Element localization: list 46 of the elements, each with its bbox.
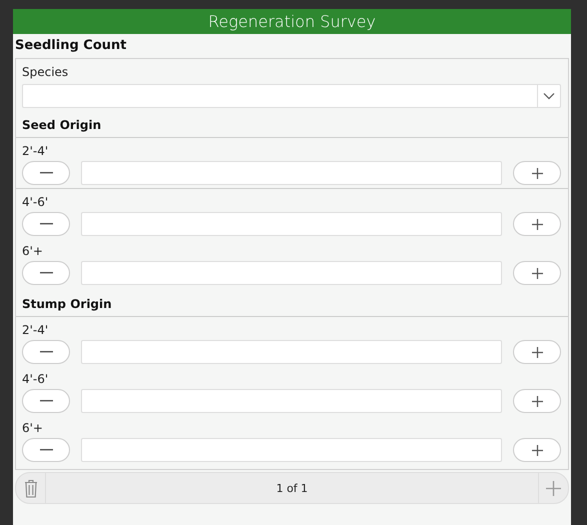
minus-icon: [40, 400, 52, 402]
decrement-button[interactable]: [22, 340, 70, 364]
plus-icon: [532, 268, 542, 278]
section-title: Seedling Count: [14, 37, 128, 55]
field-label: 4'-6': [22, 194, 50, 210]
plus-icon: [546, 480, 561, 496]
count-input[interactable]: [81, 261, 502, 285]
minus-icon: [40, 449, 52, 451]
form-title: Regeneration Survey: [208, 12, 376, 31]
count-input[interactable]: [81, 161, 502, 185]
decrement-button[interactable]: [22, 438, 70, 462]
minus-icon: [40, 351, 52, 353]
decrement-button[interactable]: [22, 161, 70, 185]
decrement-button[interactable]: [22, 389, 70, 413]
group-title: Stump Origin: [16, 287, 568, 317]
increment-button[interactable]: [513, 161, 561, 185]
decrement-button[interactable]: [22, 261, 70, 285]
increment-button[interactable]: [513, 340, 561, 364]
increment-button[interactable]: [513, 389, 561, 413]
plus-icon: [532, 396, 542, 406]
field-label: 6'+: [22, 420, 44, 436]
minus-icon: [40, 272, 52, 274]
group-title: Seed Origin: [16, 108, 568, 138]
increment-button[interactable]: [513, 212, 561, 236]
increment-button[interactable]: [513, 261, 561, 285]
count-input[interactable]: [81, 389, 502, 413]
chevron-down-icon: [543, 92, 555, 100]
plus-icon: [532, 444, 542, 456]
species-dropdown[interactable]: [22, 84, 561, 108]
field-label: 2'-4': [22, 322, 50, 338]
plus-icon: [532, 218, 542, 230]
field-label: 4'-6': [22, 371, 50, 387]
count-input[interactable]: [81, 212, 502, 236]
minus-icon: [40, 223, 52, 225]
plus-icon: [532, 346, 542, 358]
count-input[interactable]: [81, 438, 502, 462]
count-input[interactable]: [81, 340, 502, 364]
field-label: Species: [22, 64, 70, 80]
field-label: 2'-4': [22, 143, 50, 159]
page-indicator: 1 of 1: [275, 482, 309, 494]
field-label: 6'+: [22, 243, 44, 259]
decrement-button[interactable]: [22, 212, 70, 236]
minus-icon: [40, 172, 52, 174]
trash-icon: [24, 478, 38, 498]
increment-button[interactable]: [513, 438, 561, 462]
plus-icon: [532, 168, 542, 178]
